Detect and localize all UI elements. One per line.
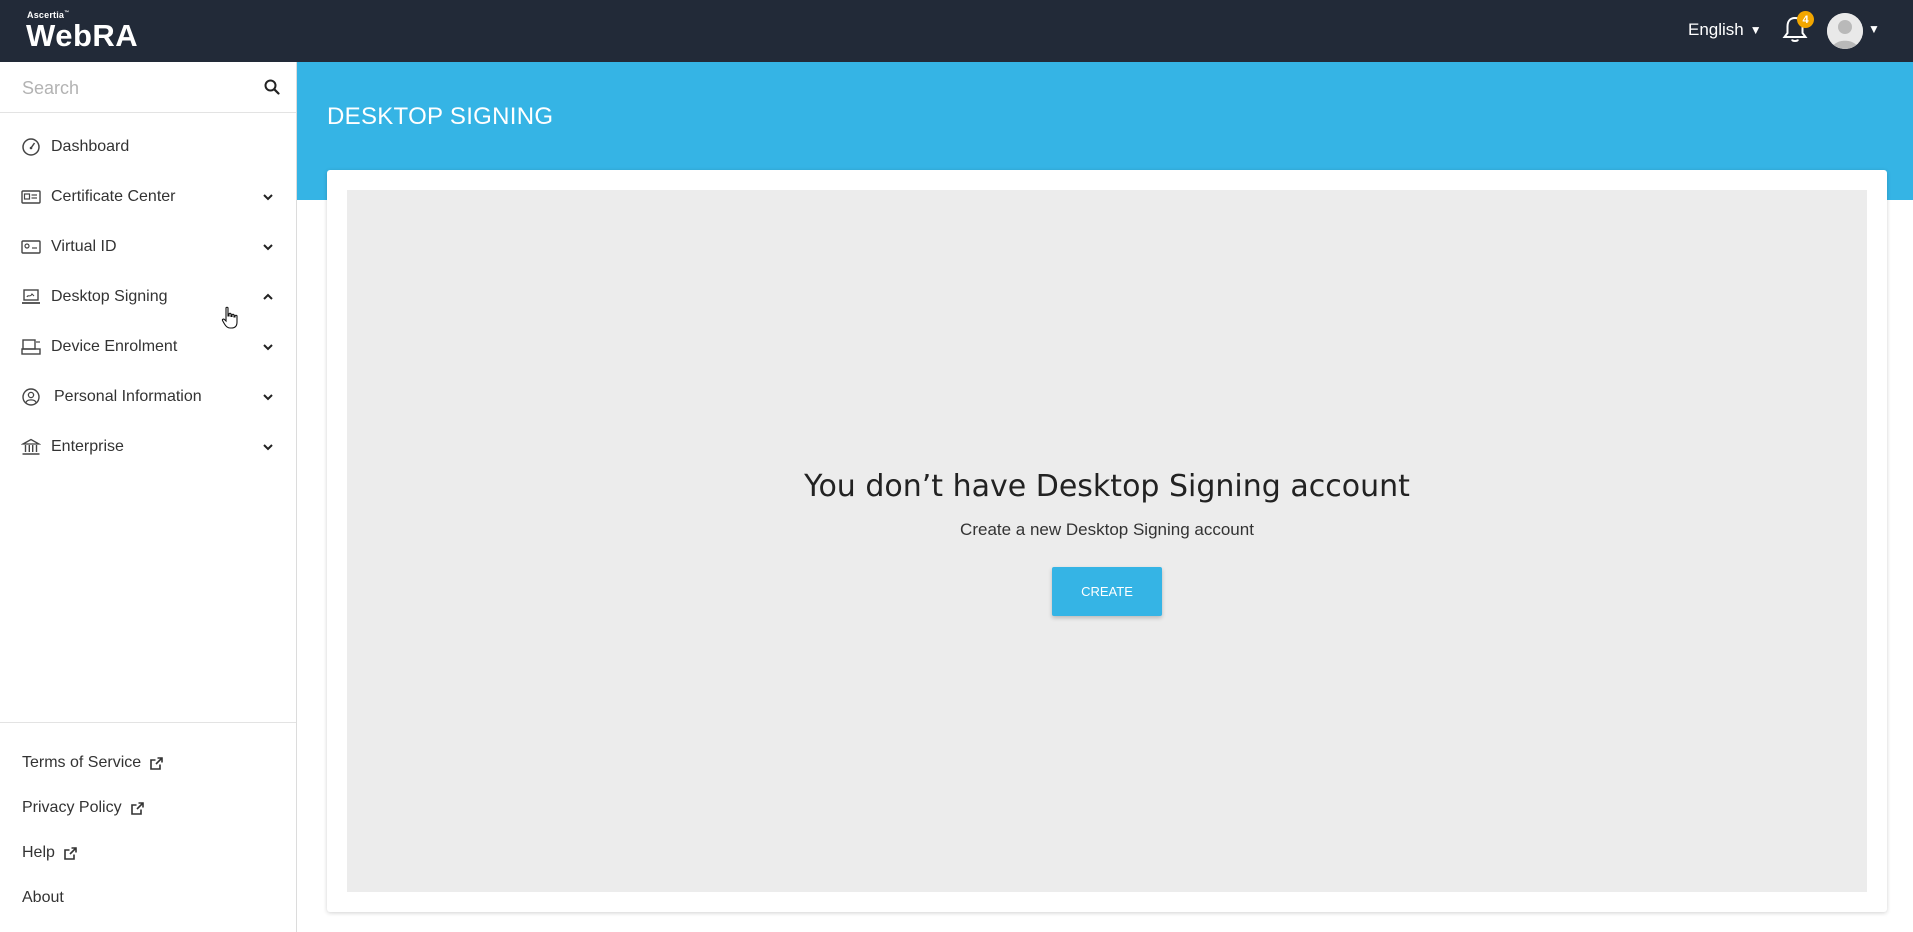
sidebar-item-label: Personal Information (54, 388, 202, 405)
search-input[interactable] (20, 74, 254, 102)
page-title: DESKTOP SIGNING (327, 103, 554, 130)
sidebar-item-label: Virtual ID (51, 238, 117, 255)
search-bar (0, 62, 296, 113)
privacy-policy-label: Privacy Policy (22, 799, 122, 816)
certificate-icon (21, 190, 41, 204)
caret-down-icon[interactable]: ▼ (1868, 22, 1880, 36)
external-link-icon (130, 801, 144, 815)
search-icon[interactable] (264, 79, 280, 95)
sidebar-footer: Terms of Service Privacy Policy Help Abo… (0, 722, 296, 906)
brand-logo[interactable]: WebRA (26, 18, 138, 54)
chevron-down-icon[interactable] (262, 191, 274, 203)
device-icon (21, 339, 41, 355)
sidebar-item-virtual-id[interactable]: Virtual ID (0, 222, 296, 272)
sidebar-item-device-enrolment[interactable]: Device Enrolment (0, 322, 296, 372)
help-label: Help (22, 844, 55, 861)
caret-down-icon: ▼ (1749, 23, 1762, 37)
sidebar-item-label: Desktop Signing (51, 288, 168, 305)
sidebar-item-label: Device Enrolment (51, 338, 178, 355)
sidebar: Dashboard Certificate Center Virtual ID (0, 62, 297, 932)
language-label: English (1688, 20, 1744, 39)
create-button[interactable]: CREATE (1052, 567, 1162, 616)
avatar[interactable] (1827, 13, 1863, 49)
notification-badge: 4 (1797, 11, 1814, 28)
empty-state-panel: You don’t have Desktop Signing account C… (347, 190, 1867, 892)
sidebar-item-dashboard[interactable]: Dashboard (0, 122, 296, 172)
terms-of-service-label: Terms of Service (22, 754, 142, 771)
external-link-icon (64, 846, 77, 860)
user-circle-icon (22, 388, 40, 406)
sidebar-item-certificate-center[interactable]: Certificate Center (0, 172, 296, 222)
hand-cursor-icon (221, 306, 238, 329)
empty-state-subtext: Create a new Desktop Signing account (960, 520, 1254, 539)
sidebar-item-desktop-signing[interactable]: Desktop Signing (0, 272, 296, 322)
content-card: You don’t have Desktop Signing account C… (327, 170, 1887, 912)
privacy-policy-link[interactable]: Privacy Policy (22, 799, 145, 817)
empty-state-heading: You don’t have Desktop Signing account (804, 469, 1410, 504)
chevron-up-icon[interactable] (262, 291, 274, 303)
id-card-icon (21, 240, 41, 254)
chevron-down-icon[interactable] (262, 341, 274, 353)
sidebar-item-label: Certificate Center (51, 188, 176, 205)
chevron-down-icon[interactable] (262, 241, 274, 253)
user-avatar-icon (1827, 13, 1863, 49)
language-selector[interactable]: English ▼ (1688, 20, 1762, 40)
terms-of-service-link[interactable]: Terms of Service (22, 754, 164, 772)
sidebar-item-label: Enterprise (51, 438, 124, 455)
about-label: About (22, 889, 64, 906)
help-link[interactable]: Help (22, 844, 78, 862)
desktop-signing-icon (22, 289, 40, 304)
sidebar-item-enterprise[interactable]: Enterprise (0, 422, 296, 472)
chevron-down-icon[interactable] (262, 391, 274, 403)
sidebar-nav: Dashboard Certificate Center Virtual ID (0, 122, 296, 472)
external-link-icon (150, 756, 163, 770)
about-link[interactable]: About (22, 889, 64, 907)
chevron-down-icon[interactable] (262, 441, 274, 453)
bank-icon (21, 438, 41, 455)
dashboard-icon (22, 138, 40, 156)
sidebar-item-personal-information[interactable]: Personal Information (0, 372, 296, 422)
sidebar-item-label: Dashboard (51, 138, 130, 155)
top-bar: Ascertia™ WebRA English ▼ 4 ▼ (0, 0, 1913, 62)
